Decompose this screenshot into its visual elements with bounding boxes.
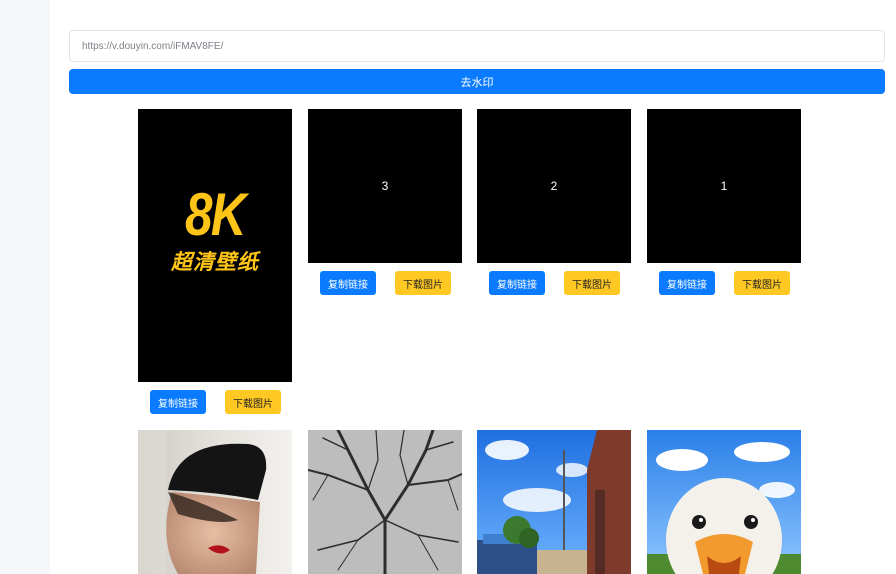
remove-watermark-button[interactable]: 去水印 (69, 69, 885, 94)
download-image-button[interactable]: 下载图片 (734, 271, 790, 295)
image-card-2: 2 复制链接 下载图片 (477, 109, 631, 295)
card-actions: 复制链接 下载图片 (308, 271, 462, 295)
image-card-3: 3 复制链接 下载图片 (308, 109, 462, 295)
image-thumbnail: 2 (477, 109, 631, 263)
cover-title: 8K (185, 181, 246, 248)
card-actions: 复制链接 下载图片 (138, 390, 292, 414)
download-image-button[interactable]: 下载图片 (395, 271, 451, 295)
download-image-button[interactable]: 下载图片 (564, 271, 620, 295)
image-card-cover: 8K 超清壁纸 复制链接 下载图片 (138, 109, 292, 414)
url-input[interactable] (69, 30, 885, 62)
image-number: 2 (550, 179, 558, 193)
card-actions: 复制链接 下载图片 (647, 271, 801, 295)
street-sky-photo (477, 430, 631, 574)
image-number: 3 (381, 179, 389, 193)
image-thumbnail: 1 (647, 109, 801, 263)
sidebar (0, 0, 50, 574)
tree-branches-photo (308, 430, 462, 574)
image-number: 1 (720, 179, 728, 193)
card-actions: 复制链接 下载图片 (477, 271, 631, 295)
image-thumbnail: 3 (308, 109, 462, 263)
copy-link-button[interactable]: 复制链接 (320, 271, 376, 295)
cover-subtitle: 超清壁纸 (171, 250, 259, 274)
duck-photo (647, 430, 801, 574)
portrait-photo (138, 430, 292, 574)
copy-link-button[interactable]: 复制链接 (659, 271, 715, 295)
copy-link-button[interactable]: 复制链接 (489, 271, 545, 295)
copy-link-button[interactable]: 复制链接 (150, 390, 206, 414)
image-card-1: 1 复制链接 下载图片 (647, 109, 801, 295)
cover-thumbnail: 8K 超清壁纸 (138, 109, 292, 382)
download-image-button[interactable]: 下载图片 (225, 390, 281, 414)
